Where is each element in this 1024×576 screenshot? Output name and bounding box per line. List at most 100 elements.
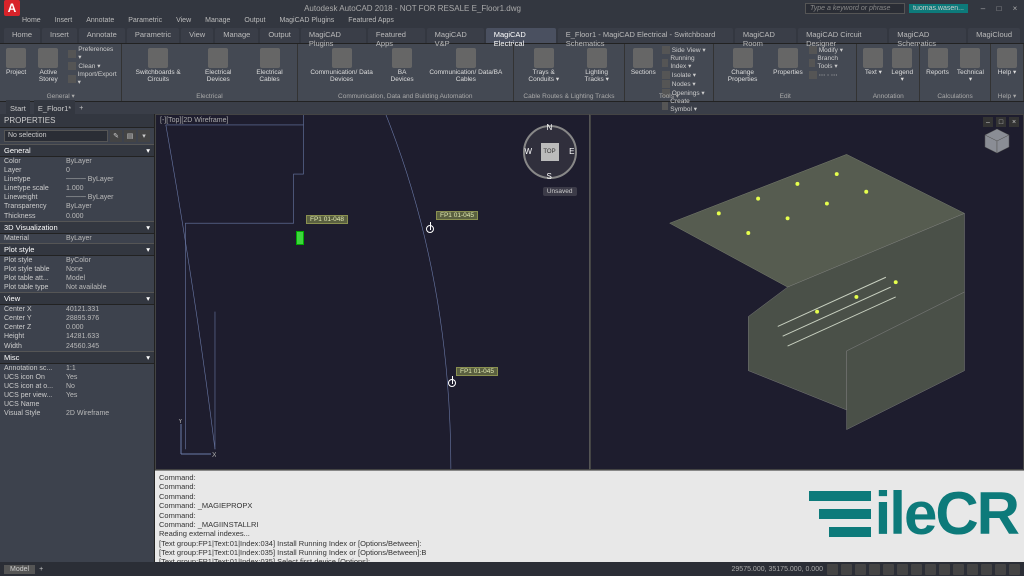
prop-row[interactable]: UCS icon at o...No (0, 382, 154, 391)
ribbon-button[interactable]: Properties (771, 46, 805, 78)
prop-section-header[interactable]: 3D Visualization▾ (0, 221, 154, 234)
ribbon-tab[interactable]: Output (260, 28, 299, 43)
tag-label[interactable]: FP1 01-045 (456, 367, 498, 376)
ribbon-option[interactable]: ⋯ ⋅ ⋯ (809, 71, 853, 79)
ribbon-tab[interactable]: MagiCAD V&P (427, 28, 484, 43)
ribbon-button[interactable]: Change Properties (718, 46, 767, 85)
status-toggle[interactable] (981, 564, 992, 575)
ribbon-tab[interactable]: Manage (215, 28, 258, 43)
search-input[interactable]: Type a keyword or phrase (805, 3, 905, 14)
ribbon-button[interactable]: Legend ▾ (889, 46, 915, 85)
quick-select-icon[interactable]: ✎ (110, 130, 122, 142)
view-cube-icon[interactable] (983, 127, 1011, 157)
ribbon-option[interactable]: Create Symbol ▾ (662, 98, 709, 113)
menu-item[interactable]: Parametric (126, 16, 164, 28)
ribbon-option[interactable]: Import/Export ▾ (68, 71, 117, 86)
prop-section-header[interactable]: Plot style▾ (0, 243, 154, 256)
ribbon-tab[interactable]: MagiCAD Electrical (486, 28, 556, 43)
menu-item[interactable]: Output (242, 16, 267, 28)
prop-row[interactable]: Center Z0.000 (0, 323, 154, 332)
nav-cube[interactable]: TOP N S E W (523, 125, 577, 179)
user-badge[interactable]: tuomas.wasen... (909, 4, 968, 13)
menu-item[interactable]: MagiCAD Plugins (277, 16, 336, 28)
minimize-icon[interactable]: – (978, 4, 988, 13)
ribbon-button[interactable]: Text ▾ (861, 46, 885, 78)
prop-row[interactable]: Plot table att...Model (0, 274, 154, 283)
ribbon-button[interactable]: Project (4, 46, 28, 78)
prop-row[interactable]: Center X40121.331 (0, 305, 154, 314)
ribbon-button[interactable]: Communication/ Data Devices (302, 46, 382, 85)
pick-icon[interactable]: ▤ (124, 130, 136, 142)
prop-row[interactable]: Visual Style2D Wireframe (0, 409, 154, 418)
ribbon-tab[interactable]: Annotate (79, 28, 125, 43)
status-toggle[interactable] (967, 564, 978, 575)
ribbon-button[interactable]: Trays & Conduits ▾ (518, 46, 569, 85)
tag-label[interactable]: FP1 01-045 (436, 211, 478, 220)
node-marker[interactable] (448, 379, 456, 387)
viewport-2d[interactable]: [-][Top][2D Wireframe] FP1 01-048 FP1 01… (155, 114, 590, 470)
prop-section-header[interactable]: View▾ (0, 292, 154, 305)
viewport-3d[interactable]: – □ × (590, 114, 1024, 470)
status-toggle[interactable] (911, 564, 922, 575)
prop-row[interactable]: Linetype──── ByLayer (0, 175, 154, 184)
menu-item[interactable]: Featured Apps (346, 16, 396, 28)
prop-section-header[interactable]: Misc▾ (0, 351, 154, 364)
prop-row[interactable]: Layer0 (0, 166, 154, 175)
ribbon-option[interactable]: Preferences ▾ (68, 46, 117, 61)
prop-row[interactable]: TransparencyByLayer (0, 202, 154, 211)
ribbon-option[interactable]: Clean ▾ (68, 62, 117, 70)
prop-row[interactable]: Plot table typeNot available (0, 283, 154, 292)
add-layout-icon[interactable]: + (39, 566, 43, 573)
ribbon-button[interactable]: BA Devices (386, 46, 419, 85)
device-marker[interactable] (296, 231, 304, 245)
node-marker[interactable] (426, 225, 434, 233)
ribbon-button[interactable]: Technical ▾ (955, 46, 986, 85)
status-toggle[interactable] (925, 564, 936, 575)
menu-item[interactable]: Home (20, 16, 43, 28)
status-toggle[interactable] (939, 564, 950, 575)
tag-label[interactable]: FP1 01-048 (306, 215, 348, 224)
ribbon-option[interactable]: Branch Tools ▾ (809, 55, 853, 70)
ribbon-tab[interactable]: MagiCAD Schematics (889, 28, 966, 43)
prop-row[interactable]: ColorByLayer (0, 157, 154, 166)
ribbon-tab[interactable]: E_Floor1 - MagiCAD Electrical - Switchbo… (558, 28, 733, 43)
status-toggle[interactable] (855, 564, 866, 575)
ribbon-button[interactable]: Electrical Cables (247, 46, 293, 85)
menu-item[interactable]: Annotate (84, 16, 116, 28)
ribbon-option[interactable]: Side View ▾ (662, 46, 709, 54)
ribbon-option[interactable]: Isolate ▾ (662, 71, 709, 79)
menu-item[interactable]: Insert (53, 16, 75, 28)
prop-row[interactable]: Plot styleByColor (0, 256, 154, 265)
prop-row[interactable]: UCS icon OnYes (0, 373, 154, 382)
maximize-icon[interactable]: □ (994, 4, 1004, 13)
command-window[interactable]: Command:Command:Command:Command: _MAGIEP… (155, 470, 1024, 562)
prop-row[interactable]: Annotation sc...1:1 (0, 364, 154, 373)
ribbon-tab[interactable]: Featured Apps (368, 28, 425, 43)
prop-section-header[interactable]: General▾ (0, 144, 154, 157)
new-tab-icon[interactable]: + (79, 105, 83, 112)
ribbon-tab[interactable]: Insert (42, 28, 77, 43)
ribbon-button[interactable]: Electrical Devices (194, 46, 243, 85)
ribbon-option[interactable]: Nodes ▾ (662, 80, 709, 88)
status-toggle[interactable] (827, 564, 838, 575)
ribbon-button[interactable]: Switchboards & Circuits (126, 46, 190, 85)
ribbon-button[interactable]: Sections (629, 46, 658, 78)
status-toggle[interactable] (869, 564, 880, 575)
status-toggle[interactable] (883, 564, 894, 575)
ribbon-option[interactable]: Modify ▾ (809, 46, 853, 54)
ribbon-tab[interactable]: MagiCloud (968, 28, 1020, 43)
ribbon-tab[interactable]: MagiCAD Room (735, 28, 796, 43)
menu-item[interactable]: Manage (203, 16, 232, 28)
status-toggle[interactable] (995, 564, 1006, 575)
ribbon-button[interactable]: Reports (924, 46, 951, 78)
ribbon-button[interactable]: Active Storey (32, 46, 64, 85)
filter-icon[interactable]: ▾ (138, 130, 150, 142)
prop-row[interactable]: Linetype scale1.000 (0, 184, 154, 193)
prop-row[interactable]: MaterialByLayer (0, 234, 154, 243)
prop-row[interactable]: Height14281.633 (0, 332, 154, 341)
ribbon-option[interactable]: Running Index ▾ (662, 55, 709, 70)
model-tab[interactable]: Model (4, 565, 35, 574)
close-icon[interactable]: × (1010, 4, 1020, 13)
prop-row[interactable]: Plot style tableNone (0, 265, 154, 274)
ribbon-button[interactable]: Communication/ Data/BA Cables (423, 46, 509, 85)
